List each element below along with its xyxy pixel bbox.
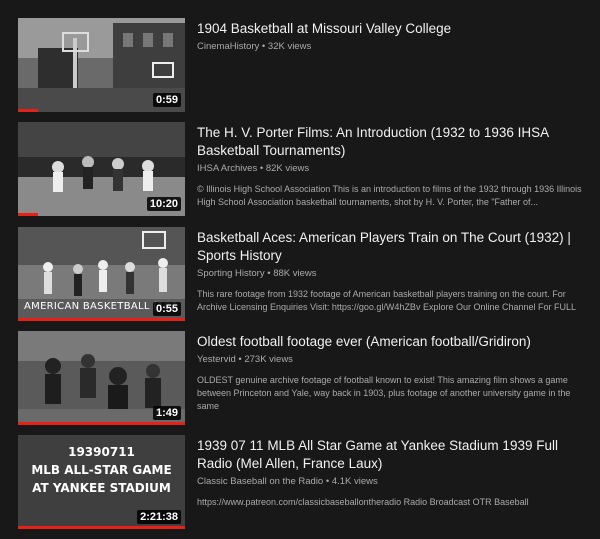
separator: • xyxy=(257,163,266,174)
video-thumbnail[interactable]: AMERICAN BASKETBALL (193 0:55 xyxy=(18,227,185,321)
thumbnail-overlay-line: 19390711 xyxy=(68,445,135,459)
video-thumbnail[interactable]: 1:49 xyxy=(18,331,185,425)
video-channel-line: Classic Baseball on the Radio • 4.1K vie… xyxy=(197,476,592,488)
video-item[interactable]: AMERICAN BASKETBALL (193 0:55 Basketball… xyxy=(0,227,600,331)
duration-badge: 2:21:38 xyxy=(137,510,181,524)
view-count: 32K views xyxy=(267,41,312,52)
video-thumbnail[interactable]: 10:20 xyxy=(18,122,185,216)
video-title[interactable]: 1904 Basketball at Missouri Valley Colle… xyxy=(197,20,592,38)
video-description: This rare footage from 1932 footage of A… xyxy=(197,289,577,312)
thumbnail-overlay-line: MLB ALL-STAR GAME xyxy=(31,463,172,477)
video-meta: 1904 Basketball at Missouri Valley Colle… xyxy=(197,20,592,53)
duration-badge: 0:59 xyxy=(152,93,181,107)
thumbnail-overlay-line: AT YANKEE STADIUM xyxy=(32,481,171,495)
video-channel-line: CinemaHistory • 32K views xyxy=(197,41,592,53)
separator: • xyxy=(264,268,274,279)
view-count: 88K views xyxy=(273,268,317,279)
view-count: 273K views xyxy=(244,354,293,365)
channel-name[interactable]: Classic Baseball on the Radio xyxy=(197,476,323,487)
video-item[interactable]: 10:20 The H. V. Porter Films: An Introdu… xyxy=(0,122,600,226)
video-meta: 1939 07 11 MLB All Star Game at Yankee S… xyxy=(197,437,592,509)
watch-progress-bar xyxy=(18,109,39,112)
video-channel-line: Yestervid • 273K views xyxy=(197,354,592,366)
separator: • xyxy=(323,476,332,487)
video-item[interactable]: 19390711 MLB ALL-STAR GAME AT YANKEE STA… xyxy=(0,435,600,539)
channel-name[interactable]: Sporting History xyxy=(197,268,265,279)
video-description: © Illinois High School Association This … xyxy=(197,184,582,207)
view-count: 4.1K views xyxy=(331,476,378,487)
video-thumbnail[interactable]: 0:59 xyxy=(18,18,185,112)
watch-progress-bar xyxy=(18,213,39,216)
video-item[interactable]: 1:49 Oldest football footage ever (Ameri… xyxy=(0,331,600,435)
video-channel-line: Sporting History • 88K views xyxy=(197,268,592,280)
video-description: https://www.patreon.com/classicbaseballo… xyxy=(197,497,529,507)
duration-badge: 0:55 xyxy=(152,302,181,316)
video-title[interactable]: Basketball Aces: American Players Train … xyxy=(197,229,592,265)
video-meta: Oldest football footage ever (American f… xyxy=(197,333,592,413)
channel-name[interactable]: CinemaHistory xyxy=(197,41,259,52)
duration-badge: 10:20 xyxy=(146,197,181,211)
video-meta: The H. V. Porter Films: An Introduction … xyxy=(197,124,592,209)
watch-progress-bar xyxy=(18,318,185,321)
video-title[interactable]: Oldest football footage ever (American f… xyxy=(197,333,592,351)
video-title[interactable]: 1939 07 11 MLB All Star Game at Yankee S… xyxy=(197,437,592,473)
video-channel-line: IHSA Archives • 82K views xyxy=(197,163,592,175)
watch-progress-bar xyxy=(18,526,185,529)
duration-badge: 1:49 xyxy=(152,406,181,420)
video-description: OLDEST genuine archive footage of footba… xyxy=(197,375,571,411)
channel-name[interactable]: IHSA Archives xyxy=(197,163,257,174)
separator: • xyxy=(259,41,268,52)
video-title[interactable]: The H. V. Porter Films: An Introduction … xyxy=(197,124,592,160)
video-thumbnail[interactable]: 19390711 MLB ALL-STAR GAME AT YANKEE STA… xyxy=(18,435,185,529)
video-list: 0:59 1904 Basketball at Missouri Valley … xyxy=(0,0,600,538)
video-meta: Basketball Aces: American Players Train … xyxy=(197,229,592,314)
watch-progress-bar xyxy=(18,422,185,425)
channel-name[interactable]: Yestervid xyxy=(197,354,236,365)
video-item[interactable]: 0:59 1904 Basketball at Missouri Valley … xyxy=(0,18,600,122)
view-count: 82K views xyxy=(265,163,310,174)
